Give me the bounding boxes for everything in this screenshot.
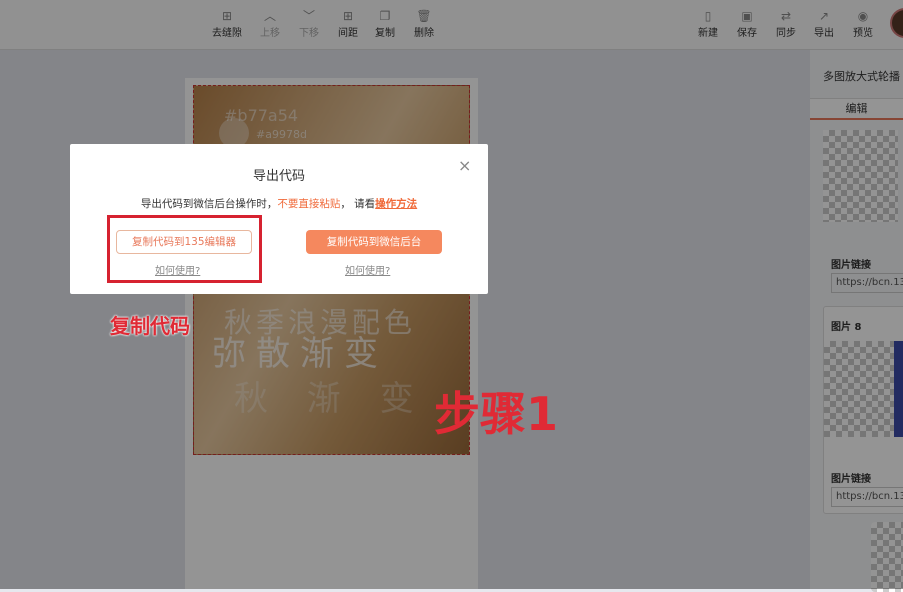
warning-text: 不要直接粘贴 (277, 198, 341, 210)
annotation-step: 步骤1 (434, 387, 559, 441)
instructions-link[interactable]: 操作方法 (375, 198, 417, 210)
annotation-copy-code: 复制代码 (110, 314, 190, 338)
dialog-description: 导出代码到微信后台操作时，不要直接粘贴， 请看操作方法 (70, 196, 488, 211)
desc-text: 导出代码到微信后台操作时， (140, 198, 278, 210)
desc-text: ， 请看 (340, 198, 376, 210)
dialog-title: 导出代码 (252, 169, 305, 184)
close-icon[interactable]: × (458, 156, 471, 175)
modal-overlay[interactable] (0, 0, 903, 589)
copy-to-wechat-button[interactable]: 复制代码到微信后台 (306, 230, 442, 254)
annotation-highlight-box (107, 215, 262, 283)
how-to-link[interactable]: 如何使用? (345, 262, 390, 277)
